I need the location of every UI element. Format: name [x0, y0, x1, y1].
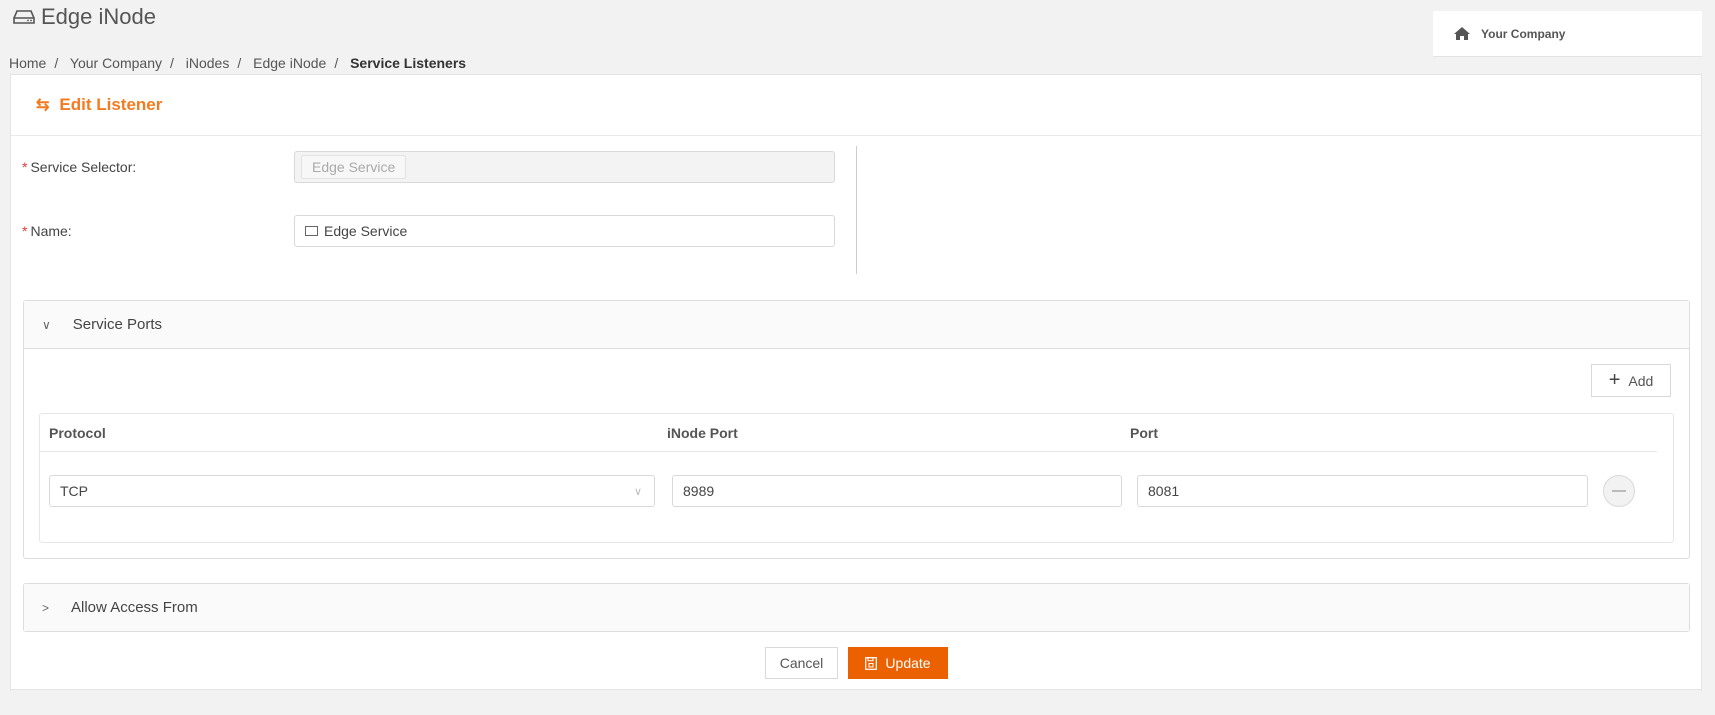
- column-protocol: Protocol: [49, 425, 106, 441]
- service-ports-title: Service Ports: [72, 316, 162, 333]
- edit-listener-card: ⇆ Edit Listener * Service Selector: Edge …: [10, 74, 1702, 690]
- update-button[interactable]: Update: [848, 647, 948, 679]
- chevron-down-icon: ∨: [633, 485, 642, 498]
- page-title: Edge iNode: [13, 4, 156, 30]
- service-ports-panel: ∨ Service Ports + Add Protocol iNode Por…: [23, 300, 1690, 559]
- port-input[interactable]: 8081: [1137, 475, 1588, 507]
- home-icon: [1454, 27, 1470, 40]
- service-selector-tag: Edge Service: [301, 155, 407, 179]
- name-input[interactable]: Edge Service: [294, 215, 835, 247]
- swap-icon: ⇆: [36, 97, 50, 114]
- service-ports-header[interactable]: ∨ Service Ports: [24, 301, 1689, 349]
- allow-access-header[interactable]: > Allow Access From: [24, 584, 1689, 631]
- remove-row-button[interactable]: [1603, 475, 1635, 507]
- vertical-divider: [856, 146, 857, 274]
- chevron-right-icon: >: [42, 600, 50, 615]
- column-inode-port: iNode Port: [667, 425, 738, 441]
- allow-access-panel[interactable]: > Allow Access From: [23, 583, 1690, 632]
- card-title: Edit Listener: [59, 95, 163, 114]
- plus-icon: +: [1608, 369, 1621, 391]
- title-text: Edge iNode: [41, 4, 156, 29]
- service-selector-input[interactable]: Edge Service: [294, 151, 835, 183]
- minus-icon: [1612, 490, 1626, 492]
- breadcrumb-current: Service Listeners: [350, 55, 467, 71]
- breadcrumb-inode[interactable]: Edge iNode: [253, 55, 326, 71]
- hdd-icon: [13, 10, 35, 24]
- save-icon: [865, 656, 878, 670]
- id-card-icon: [305, 226, 318, 236]
- company-selector[interactable]: Your Company: [1433, 11, 1702, 57]
- cancel-button[interactable]: Cancel: [765, 647, 838, 679]
- breadcrumb: Home / Your Company / iNodes / Edge iNode / …: [9, 55, 467, 71]
- table-header: Protocol iNode Port Port: [40, 414, 1657, 452]
- name-label: * Name:: [22, 223, 72, 239]
- breadcrumb-home[interactable]: Home: [9, 55, 46, 71]
- company-name: Your Company: [1481, 26, 1566, 41]
- protocol-select[interactable]: TCP ∨: [49, 475, 655, 507]
- ports-table: Protocol iNode Port Port TCP ∨ 8989 8081: [39, 413, 1674, 543]
- breadcrumb-company[interactable]: Your Company: [70, 55, 162, 71]
- allow-access-title: Allow Access From: [71, 599, 198, 616]
- column-port: Port: [1130, 425, 1158, 441]
- chevron-down-icon: ∨: [42, 317, 51, 332]
- card-header: ⇆ Edit Listener: [11, 75, 1701, 136]
- inode-port-input[interactable]: 8989: [672, 475, 1122, 507]
- name-value: Edge Service: [324, 223, 408, 239]
- add-button[interactable]: + Add: [1591, 364, 1671, 397]
- breadcrumb-inodes[interactable]: iNodes: [186, 55, 230, 71]
- service-selector-label: * Service Selector:: [22, 159, 137, 175]
